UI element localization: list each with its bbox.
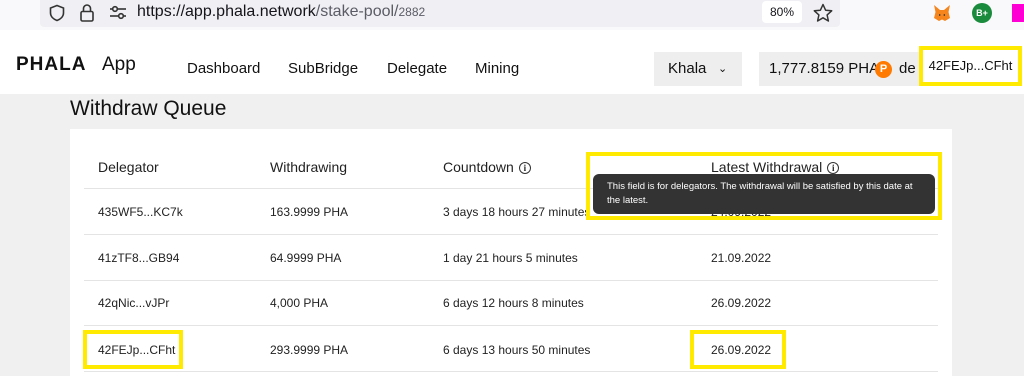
- balance-extra-text: de: [899, 60, 916, 77]
- app-header: PHALA App Dashboard SubBridge Delegate M…: [0, 30, 1024, 94]
- row-divider: [84, 325, 938, 326]
- column-header-withdrawing: Withdrawing: [270, 159, 348, 175]
- url-host: https://app.phala.network: [137, 3, 316, 20]
- chevron-down-icon: ⌄: [718, 63, 728, 75]
- column-header-delegator: Delegator: [98, 159, 159, 175]
- nav-subbridge[interactable]: SubBridge: [288, 60, 358, 77]
- url-path: /stake-pool/: [315, 3, 399, 20]
- cell-withdrawing: 64.9999 PHA: [270, 251, 342, 265]
- page-title: Withdraw Queue: [70, 97, 227, 120]
- nav-dashboard[interactable]: Dashboard: [187, 60, 260, 77]
- cell-latest-withdrawal: 21.09.2022: [711, 251, 772, 265]
- url-pool-id: 2882: [398, 5, 426, 19]
- column-header-countdown: Countdown i: [443, 159, 531, 175]
- lock-icon[interactable]: [78, 3, 96, 23]
- phala-logo[interactable]: PHALA: [16, 54, 86, 76]
- browser-toolbar: https://app.phala.network/stake-pool/288…: [0, 0, 1024, 30]
- cell-countdown: 3 days 18 hours 27 minutes: [443, 205, 591, 219]
- zoom-level-button[interactable]: 80%: [762, 1, 802, 23]
- highlight-box: [690, 330, 786, 369]
- network-selector[interactable]: Khala ⌄: [654, 52, 742, 86]
- cell-countdown: 6 days 13 hours 50 minutes: [443, 343, 591, 357]
- extension-badge-icon[interactable]: B+: [972, 3, 992, 23]
- metamask-fox-icon[interactable]: [932, 3, 952, 23]
- bookmark-star-icon[interactable]: [812, 2, 834, 24]
- cell-withdrawing: 293.9999 PHA: [270, 343, 349, 357]
- row-divider: [84, 234, 938, 235]
- cell-countdown: 1 day 21 hours 5 minutes: [443, 251, 578, 265]
- account-address-button[interactable]: 42FEJp...CFht: [919, 46, 1022, 86]
- url-text[interactable]: https://app.phala.network/stake-pool/288…: [137, 3, 425, 21]
- row-divider: [84, 371, 938, 372]
- info-icon[interactable]: i: [518, 162, 531, 174]
- permissions-icon[interactable]: [108, 4, 128, 22]
- cell-countdown: 6 days 12 hours 8 minutes: [443, 296, 584, 310]
- column-header-countdown-label: Countdown: [443, 159, 514, 175]
- cell-delegator[interactable]: 435WF5...KC7k: [98, 205, 183, 219]
- cell-withdrawing: 163.9999 PHA: [270, 205, 349, 219]
- highlight-box: [83, 330, 183, 369]
- latest-withdrawal-tooltip: This field is for delegators. The withdr…: [593, 174, 935, 214]
- logo-app-label[interactable]: App: [102, 54, 136, 76]
- nav-mining[interactable]: Mining: [475, 60, 519, 77]
- pha-token-icon: P: [875, 61, 892, 78]
- cell-delegator[interactable]: 42qNic...vJPr: [98, 296, 169, 310]
- row-divider: [84, 280, 938, 281]
- balance-chip[interactable]: 1,777.8159 PHA P de: [759, 52, 929, 86]
- cell-withdrawing: 4,000 PHA: [270, 296, 329, 310]
- cell-latest-withdrawal: 26.09.2022: [711, 296, 772, 310]
- network-label: Khala: [668, 60, 707, 77]
- shield-icon[interactable]: [48, 4, 66, 22]
- balance-amount: 1,777.8159 PHA: [769, 60, 880, 77]
- cell-delegator[interactable]: 41zTF8...GB94: [98, 251, 179, 265]
- extension-icon[interactable]: [1012, 4, 1024, 22]
- nav-delegate[interactable]: Delegate: [387, 60, 447, 77]
